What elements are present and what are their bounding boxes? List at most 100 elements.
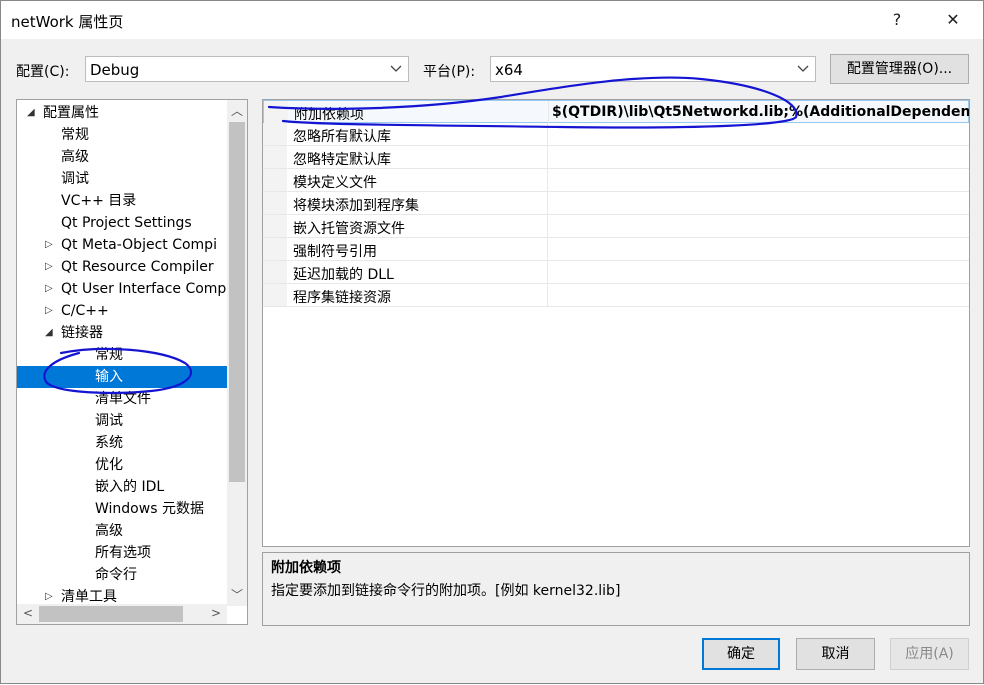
scroll-left-icon[interactable]: <: [23, 606, 33, 620]
cancel-button[interactable]: 取消: [796, 638, 875, 670]
help-button[interactable]: ?: [877, 7, 917, 33]
tree-item[interactable]: 优化: [17, 454, 227, 476]
property-name: 附加依赖项: [294, 107, 364, 123]
tree-item[interactable]: 调试: [17, 410, 227, 432]
tree-item[interactable]: ▷ Qt User Interface Comp: [17, 278, 227, 300]
expanded-triangle-icon[interactable]: ◢: [45, 322, 53, 344]
tree-item-label: Qt Project Settings: [61, 215, 192, 231]
tree-vertical-scrollbar[interactable]: ︿ ﹀: [227, 100, 247, 606]
apply-button[interactable]: 应用(A): [890, 638, 969, 670]
configuration-manager-button[interactable]: 配置管理器(O)...: [830, 54, 969, 84]
column-divider: [547, 123, 548, 145]
close-button[interactable]: ✕: [933, 7, 973, 33]
property-row[interactable]: 模块定义文件: [263, 169, 969, 192]
property-row[interactable]: 嵌入托管资源文件: [263, 215, 969, 238]
tree-item-label: 调试: [95, 413, 123, 429]
tree-item-label: Windows 元数据: [95, 501, 204, 517]
tree-item[interactable]: ◢ 链接器: [17, 322, 227, 344]
tree-item-label: 高级: [95, 523, 123, 539]
property-row[interactable]: 程序集链接资源: [263, 284, 969, 307]
tree-item[interactable]: 高级: [17, 146, 227, 168]
property-name: 将模块添加到程序集: [293, 198, 419, 214]
tree-item-label: Qt User Interface Comp: [61, 281, 227, 297]
expanded-triangle-icon[interactable]: ◢: [27, 102, 35, 124]
collapsed-triangle-icon[interactable]: ▷: [45, 256, 53, 278]
scroll-down-icon[interactable]: ﹀: [231, 586, 243, 603]
collapsed-triangle-icon[interactable]: ▷: [45, 234, 53, 256]
property-row[interactable]: 延迟加载的 DLL: [263, 261, 969, 284]
chevron-down-icon: [390, 65, 402, 72]
property-tree: ◢ 配置属性 常规 高级 调试 VC++ 目录 Qt Project Settings ▷ Qt…: [16, 99, 248, 625]
configuration-value: Debug: [90, 61, 140, 79]
scrollbar-thumb[interactable]: [39, 606, 183, 622]
tree-item[interactable]: ◢ 配置属性: [17, 102, 227, 124]
row-gutter: [263, 215, 287, 237]
column-divider: [547, 146, 548, 168]
configuration-dropdown[interactable]: Debug: [85, 56, 409, 82]
property-row[interactable]: 忽略所有默认库: [263, 123, 969, 146]
tree-item-label: Qt Resource Compiler: [61, 259, 214, 275]
property-row[interactable]: 将模块添加到程序集: [263, 192, 969, 215]
collapsed-triangle-icon[interactable]: ▷: [45, 278, 53, 300]
tree-item[interactable]: Windows 元数据: [17, 498, 227, 520]
chevron-down-icon: [797, 65, 809, 72]
tree-item-label: 清单文件: [95, 391, 151, 407]
row-gutter: [263, 146, 287, 168]
tree-item-label: 命令行: [95, 567, 137, 583]
tree-item[interactable]: 调试: [17, 168, 227, 190]
platform-value: x64: [495, 61, 523, 79]
title-bar: netWork 属性页 ? ✕: [1, 1, 983, 39]
scrollbar-thumb[interactable]: [229, 122, 245, 482]
tree-item[interactable]: 命令行: [17, 564, 227, 586]
row-gutter: [263, 284, 287, 306]
tree-horizontal-scrollbar[interactable]: < >: [17, 604, 227, 624]
tree-item[interactable]: ▷ Qt Resource Compiler: [17, 256, 227, 278]
tree-item-label: 调试: [61, 171, 89, 187]
property-row[interactable]: 强制符号引用: [263, 238, 969, 261]
scroll-right-icon[interactable]: >: [211, 606, 221, 620]
tree-item[interactable]: Qt Project Settings: [17, 212, 227, 234]
tree-item[interactable]: ▷ C/C++: [17, 300, 227, 322]
window-title: netWork 属性页: [11, 13, 124, 31]
scroll-up-icon[interactable]: ︿: [231, 102, 243, 119]
tree-item-label: 常规: [61, 127, 89, 143]
property-name: 忽略特定默认库: [293, 152, 391, 168]
description-panel: 附加依赖项 指定要添加到链接命令行的附加项。[例如 kernel32.lib]: [262, 552, 970, 626]
property-name: 程序集链接资源: [293, 290, 391, 306]
tree-item-label: 优化: [95, 457, 123, 473]
property-value[interactable]: $(QTDIR)\lib\Qt5Networkd.lib;%(Additiona…: [552, 104, 969, 120]
tree-item-label: 常规: [95, 347, 123, 363]
tree-item-label: 输入: [95, 369, 123, 385]
tree-item[interactable]: 系统: [17, 432, 227, 454]
tree-item-label: 系统: [95, 435, 123, 451]
platform-dropdown[interactable]: x64: [490, 56, 816, 82]
column-divider: [547, 261, 548, 283]
collapsed-triangle-icon[interactable]: ▷: [45, 300, 53, 322]
tree-item[interactable]: VC++ 目录: [17, 190, 227, 212]
tree-item[interactable]: 常规: [17, 124, 227, 146]
tree-item[interactable]: ▷ Qt Meta-Object Compi: [17, 234, 227, 256]
configuration-label: 配置(C):: [16, 64, 70, 80]
tree-item[interactable]: 输入: [17, 366, 227, 388]
row-gutter: [264, 101, 288, 123]
tree-item-label: 所有选项: [95, 545, 151, 561]
property-row[interactable]: 忽略特定默认库: [263, 146, 969, 169]
property-row[interactable]: 附加依赖项 $(QTDIR)\lib\Qt5Networkd.lib;%(Addi…: [263, 100, 969, 123]
property-name: 忽略所有默认库: [293, 129, 391, 145]
tree-item[interactable]: 清单文件: [17, 388, 227, 410]
tree-item[interactable]: 常规: [17, 344, 227, 366]
property-name: 延迟加载的 DLL: [293, 267, 394, 283]
tree-item[interactable]: 所有选项: [17, 542, 227, 564]
property-pages-dialog: netWork 属性页 ? ✕ 配置(C): Debug 平台(P): x64 …: [0, 0, 984, 684]
row-gutter: [263, 192, 287, 214]
property-name: 强制符号引用: [293, 244, 377, 260]
ok-button[interactable]: 确定: [702, 638, 780, 670]
column-divider: [547, 169, 548, 191]
tree-item-label: 嵌入的 IDL: [95, 479, 165, 495]
column-divider: [547, 215, 548, 237]
tree-item[interactable]: 高级: [17, 520, 227, 542]
tree-item-label: 高级: [61, 149, 89, 165]
tree-item[interactable]: 嵌入的 IDL: [17, 476, 227, 498]
description-text: 指定要添加到链接命令行的附加项。[例如 kernel32.lib]: [271, 583, 621, 599]
tree-item-label: VC++ 目录: [61, 193, 137, 209]
